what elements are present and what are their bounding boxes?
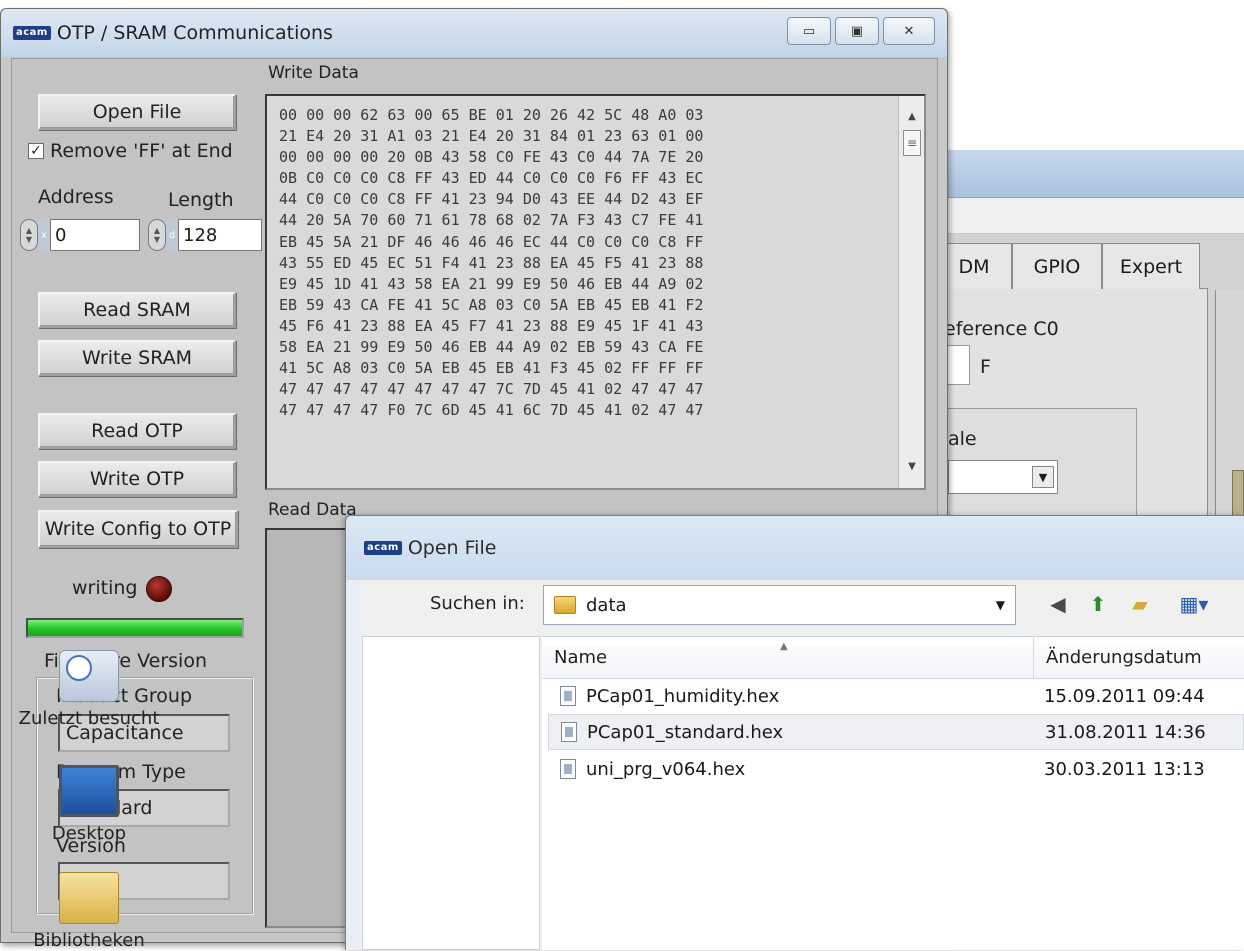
place-libraries-label: Bibliotheken bbox=[33, 930, 145, 951]
minimize-button[interactable]: ▭ bbox=[787, 17, 831, 45]
folder-icon bbox=[554, 596, 576, 614]
address-radix[interactable]: x bbox=[38, 219, 50, 251]
column-date-label: Änderungsdatum bbox=[1046, 647, 1202, 668]
reference-unit-label: F bbox=[980, 356, 991, 378]
spin-up-icon: ▲ bbox=[25, 226, 33, 235]
address-control: ▲ ▼ x 0 bbox=[20, 219, 140, 251]
write-data-hex-content: 00 00 00 62 63 00 65 BE 01 20 26 42 5C 4… bbox=[279, 106, 704, 420]
read-sram-button-label: Read SRAM bbox=[83, 299, 191, 321]
column-name-label: Name bbox=[554, 647, 608, 668]
file-name: uni_prg_v064.hex bbox=[586, 758, 746, 780]
hex-file-icon bbox=[560, 759, 576, 779]
window-title: OTP / SRAM Communications bbox=[56, 22, 333, 44]
length-input[interactable]: 128 bbox=[178, 219, 262, 251]
check-icon: ✓ bbox=[30, 143, 42, 159]
file-date: 30.03.2011 13:13 bbox=[1044, 758, 1205, 780]
tab-gpio-label: GPIO bbox=[1033, 255, 1081, 278]
hex-file-icon bbox=[560, 686, 576, 706]
places-bar bbox=[362, 636, 540, 950]
address-spinner[interactable]: ▲ ▼ bbox=[20, 219, 38, 251]
dialog-title: Open File bbox=[407, 537, 497, 559]
up-folder-icon[interactable]: ⬆ bbox=[1084, 590, 1112, 618]
file-name: PCap01_standard.hex bbox=[587, 721, 784, 743]
scale-label: ale bbox=[948, 428, 977, 450]
write-data-label: Write Data bbox=[268, 63, 359, 83]
column-header-name[interactable]: Name bbox=[542, 637, 1034, 679]
length-radix[interactable]: d bbox=[166, 219, 178, 251]
tab-gpio[interactable]: GPIO bbox=[1012, 243, 1102, 289]
hex-file-icon bbox=[561, 722, 577, 742]
read-sram-button[interactable]: Read SRAM bbox=[38, 292, 236, 328]
file-name: PCap01_humidity.hex bbox=[586, 685, 780, 707]
view-menu-icon[interactable]: ▦▾ bbox=[1172, 590, 1216, 618]
open-file-button-label: Open File bbox=[92, 101, 182, 123]
progress-fill bbox=[28, 620, 242, 636]
look-in-label: Suchen in: bbox=[430, 593, 525, 614]
spin-down-icon: ▼ bbox=[25, 235, 33, 244]
spin-up-icon: ▲ bbox=[153, 226, 161, 235]
acam-app-icon: acam bbox=[364, 541, 402, 555]
tab-dm-label: DM bbox=[958, 255, 990, 278]
read-data-label: Read Data bbox=[268, 500, 357, 520]
scroll-down-icon[interactable]: ▼ bbox=[902, 456, 922, 476]
tab-expert-label: Expert bbox=[1119, 255, 1183, 278]
file-row[interactable]: PCap01_standard.hex 31.08.2011 14:36 bbox=[548, 714, 1244, 750]
look-in-value: data bbox=[586, 594, 627, 616]
close-button[interactable]: ✕ bbox=[883, 17, 935, 45]
write-sram-button-label: Write SRAM bbox=[81, 347, 193, 369]
desktop-icon bbox=[59, 765, 119, 817]
maximize-button[interactable]: ▣ bbox=[835, 17, 879, 45]
address-input[interactable]: 0 bbox=[50, 219, 140, 251]
reference-c0-label: eference C0 bbox=[944, 318, 1059, 340]
libraries-icon bbox=[59, 872, 119, 924]
length-label: Length bbox=[168, 189, 234, 211]
recent-places-icon bbox=[59, 650, 119, 702]
write-progress-bar bbox=[26, 618, 244, 638]
read-otp-button-label: Read OTP bbox=[91, 420, 183, 442]
sort-ascending-icon: ▲ bbox=[780, 641, 788, 652]
scroll-thumb[interactable]: ≡ bbox=[903, 130, 921, 156]
file-row[interactable]: uni_prg_v064.hex 30.03.2011 13:13 bbox=[548, 751, 1244, 787]
file-row[interactable]: PCap01_humidity.hex 15.09.2011 09:44 bbox=[548, 678, 1244, 714]
maximize-icon: ▣ bbox=[850, 23, 864, 39]
place-libraries[interactable]: Bibliotheken bbox=[0, 872, 178, 951]
tab-expert[interactable]: Expert bbox=[1102, 243, 1200, 289]
scroll-up-icon[interactable]: ▲ bbox=[902, 106, 922, 126]
length-spinner[interactable]: ▲ ▼ bbox=[148, 219, 166, 251]
write-data-textbox[interactable]: 00 00 00 62 63 00 65 BE 01 20 26 42 5C 4… bbox=[265, 94, 926, 490]
scale-select[interactable]: ▼ bbox=[948, 460, 1058, 494]
back-arrow-icon[interactable]: ◀ bbox=[1044, 590, 1072, 618]
place-recent-label: Zuletzt besucht bbox=[18, 708, 160, 729]
column-header-date[interactable]: Änderungsdatum bbox=[1034, 637, 1244, 679]
write-otp-button[interactable]: Write OTP bbox=[38, 461, 236, 497]
write-config-button-label: Write Config to OTP bbox=[44, 518, 232, 540]
place-desktop-label: Desktop bbox=[51, 823, 127, 844]
chevron-down-icon[interactable]: ▼ bbox=[996, 598, 1005, 612]
spin-down-icon: ▼ bbox=[153, 235, 161, 244]
minimize-icon: ▭ bbox=[802, 23, 816, 39]
write-otp-button-label: Write OTP bbox=[89, 468, 185, 490]
chevron-down-icon[interactable]: ▼ bbox=[1032, 466, 1054, 488]
length-control: ▲ ▼ d 128 bbox=[148, 219, 262, 251]
writing-led-indicator bbox=[146, 576, 172, 602]
write-data-scrollbar[interactable]: ▲ ≡ ▼ bbox=[898, 96, 924, 488]
write-config-to-otp-button[interactable]: Write Config to OTP bbox=[38, 510, 238, 548]
new-folder-icon[interactable]: ▰ bbox=[1126, 590, 1154, 618]
open-file-dialog-titlebar[interactable]: acam Open File bbox=[346, 516, 1244, 580]
writing-label: writing bbox=[72, 577, 138, 599]
file-date: 31.08.2011 14:36 bbox=[1045, 721, 1206, 743]
read-otp-button[interactable]: Read OTP bbox=[38, 413, 236, 449]
place-desktop[interactable]: Desktop bbox=[0, 765, 178, 844]
close-icon: ✕ bbox=[903, 23, 915, 39]
look-in-combobox[interactable]: data ▼ bbox=[543, 585, 1016, 625]
place-recent[interactable]: Zuletzt besucht bbox=[0, 650, 178, 729]
open-file-button[interactable]: Open File bbox=[38, 94, 236, 130]
acam-app-icon: acam bbox=[13, 26, 51, 40]
remove-ff-checkbox[interactable]: ✓ bbox=[28, 143, 44, 159]
address-label: Address bbox=[38, 186, 114, 208]
write-sram-button[interactable]: Write SRAM bbox=[38, 340, 236, 376]
otp-sram-titlebar[interactable]: acam OTP / SRAM Communications ▭ ▣ ✕ bbox=[1, 9, 947, 57]
file-date: 15.09.2011 09:44 bbox=[1044, 685, 1205, 707]
remove-ff-label: Remove 'FF' at End bbox=[50, 140, 233, 162]
